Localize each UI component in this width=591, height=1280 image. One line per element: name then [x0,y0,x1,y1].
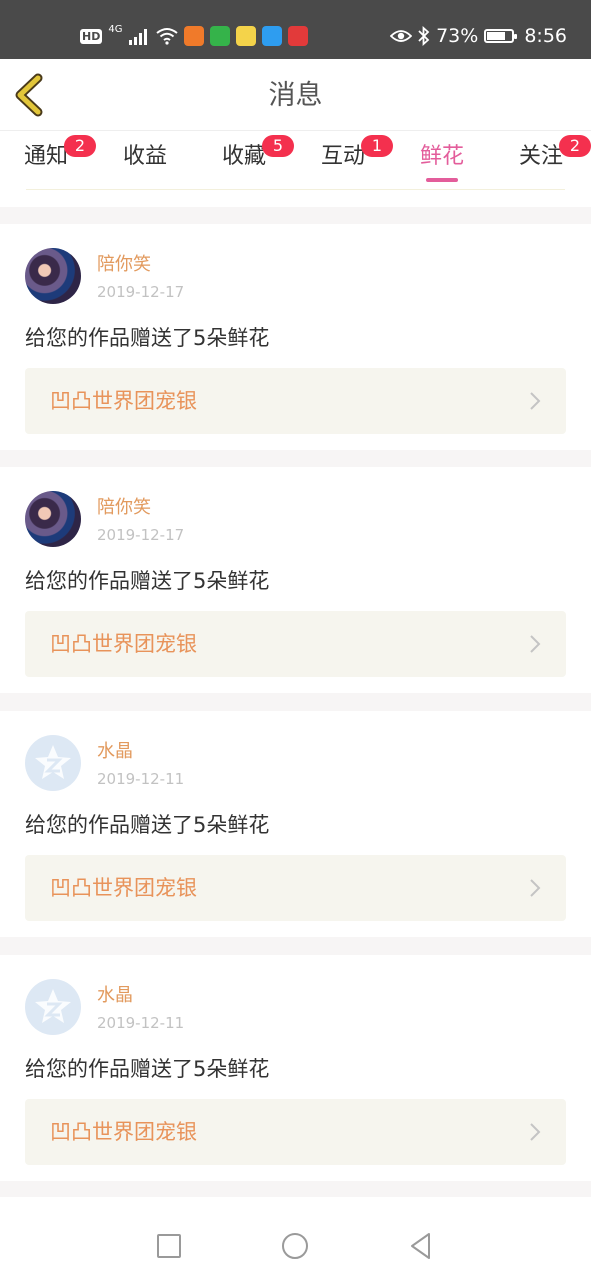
music-app-icon [288,26,309,46]
message-card: 陪你笑 2019-12-17 给您的作品赠送了5朵鲜花 凹凸世界团宠银 [0,467,591,693]
page-title: 消息 [268,80,323,111]
hd-indicator: HD [80,28,103,44]
work-link[interactable]: 凹凸世界团宠银 [25,855,566,921]
bluetooth-icon [418,26,430,46]
tab-interactions[interactable]: 互动 1 [321,135,393,186]
work-title: 凹凸世界团宠银 [50,1120,197,1144]
message-text: 给您的作品赠送了5朵鲜花 [25,1057,270,1081]
video-app-icon [210,26,231,46]
sender-name[interactable]: 水晶 [97,985,133,1007]
message-text: 给您的作品赠送了5朵鲜花 [25,569,270,593]
avatar[interactable] [25,735,81,791]
chevron-right-icon [530,635,541,653]
tab-notifications[interactable]: 通知 2 [24,135,96,186]
work-title: 凹凸世界团宠银 [50,876,197,900]
status-right: 73% 8:56 [390,22,567,50]
work-title: 凹凸世界团宠银 [50,389,197,413]
qq-icon [35,989,71,1023]
chevron-right-icon [530,1123,541,1141]
sender-name[interactable]: 水晶 [97,741,133,763]
notification-badge: 1 [361,135,393,157]
message-date: 2019-12-11 [97,1014,185,1032]
tab-label: 收藏 [222,144,267,169]
tabs-divider [26,189,565,190]
back-triangle-icon[interactable] [406,1231,436,1261]
notification-badge: 2 [559,135,591,157]
avatar[interactable] [25,491,81,547]
message-card: 陪你笑 2019-12-17 给您的作品赠送了5朵鲜花 凹凸世界团宠银 [0,224,591,450]
network-type: 4G [108,24,123,35]
tab-label: 互动 [321,144,366,169]
app-header: 消息 [0,59,591,131]
message-date: 2019-12-11 [97,770,185,788]
clock: 8:56 [524,25,567,47]
sender-name[interactable]: 陪你笑 [97,497,151,519]
message-card-partial [0,1197,591,1213]
tab-bar: 通知 2 收益 收藏 5 互动 1 鲜花 关注 2 [0,131,591,207]
avatar[interactable] [25,979,81,1035]
message-card: 水晶 2019-12-11 给您的作品赠送了5朵鲜花 凹凸世界团宠银 [0,711,591,937]
message-card: 水晶 2019-12-11 给您的作品赠送了5朵鲜花 凹凸世界团宠银 [0,955,591,1181]
chevron-right-icon [530,879,541,897]
battery-level [487,32,506,40]
qq-browser-icon [262,26,283,46]
work-title: 凹凸世界团宠银 [50,632,197,656]
notification-badge: 2 [64,135,96,157]
status-left: HD 4G [80,23,309,49]
tab-flowers[interactable]: 鲜花 [420,142,464,186]
avatar[interactable] [25,248,81,304]
message-text: 给您的作品赠送了5朵鲜花 [25,813,270,837]
tab-label: 收益 [123,144,168,169]
work-link[interactable]: 凹凸世界团宠银 [25,611,566,677]
message-text: 给您的作品赠送了5朵鲜花 [25,326,270,350]
qq-icon [35,745,71,779]
system-nav-bar [0,1213,591,1280]
tab-label: 鲜花 [420,144,465,169]
app-notification-icon [184,26,205,46]
chevron-right-icon [530,392,541,410]
sender-name[interactable]: 陪你笑 [97,254,151,276]
active-tab-indicator [426,178,458,182]
message-date: 2019-12-17 [97,283,185,301]
tab-follows[interactable]: 关注 2 [519,135,591,186]
signal-icon [129,29,148,45]
tab-label: 通知 [24,144,69,169]
wifi-icon [156,28,179,45]
game-app-icon [236,26,257,46]
message-date: 2019-12-17 [97,526,185,544]
battery-percent: 73% [436,25,479,47]
home-circle-icon[interactable] [280,1231,310,1261]
tab-label: 关注 [519,144,564,169]
work-link[interactable]: 凹凸世界团宠银 [25,368,566,434]
work-link[interactable]: 凹凸世界团宠银 [25,1099,566,1165]
notification-badge: 5 [262,135,294,157]
recents-square-icon[interactable] [154,1231,184,1261]
tab-earnings[interactable]: 收益 [123,142,167,186]
tab-favorites[interactable]: 收藏 5 [222,135,294,186]
battery-icon [484,29,518,43]
status-bar: HD 4G 73% 8:56 [0,0,591,59]
eye-icon [390,30,413,42]
screen: HD 4G 73% 8:56 消息 通知 2 收益 收藏 5 互动 1 鲜花 关… [0,0,591,1280]
